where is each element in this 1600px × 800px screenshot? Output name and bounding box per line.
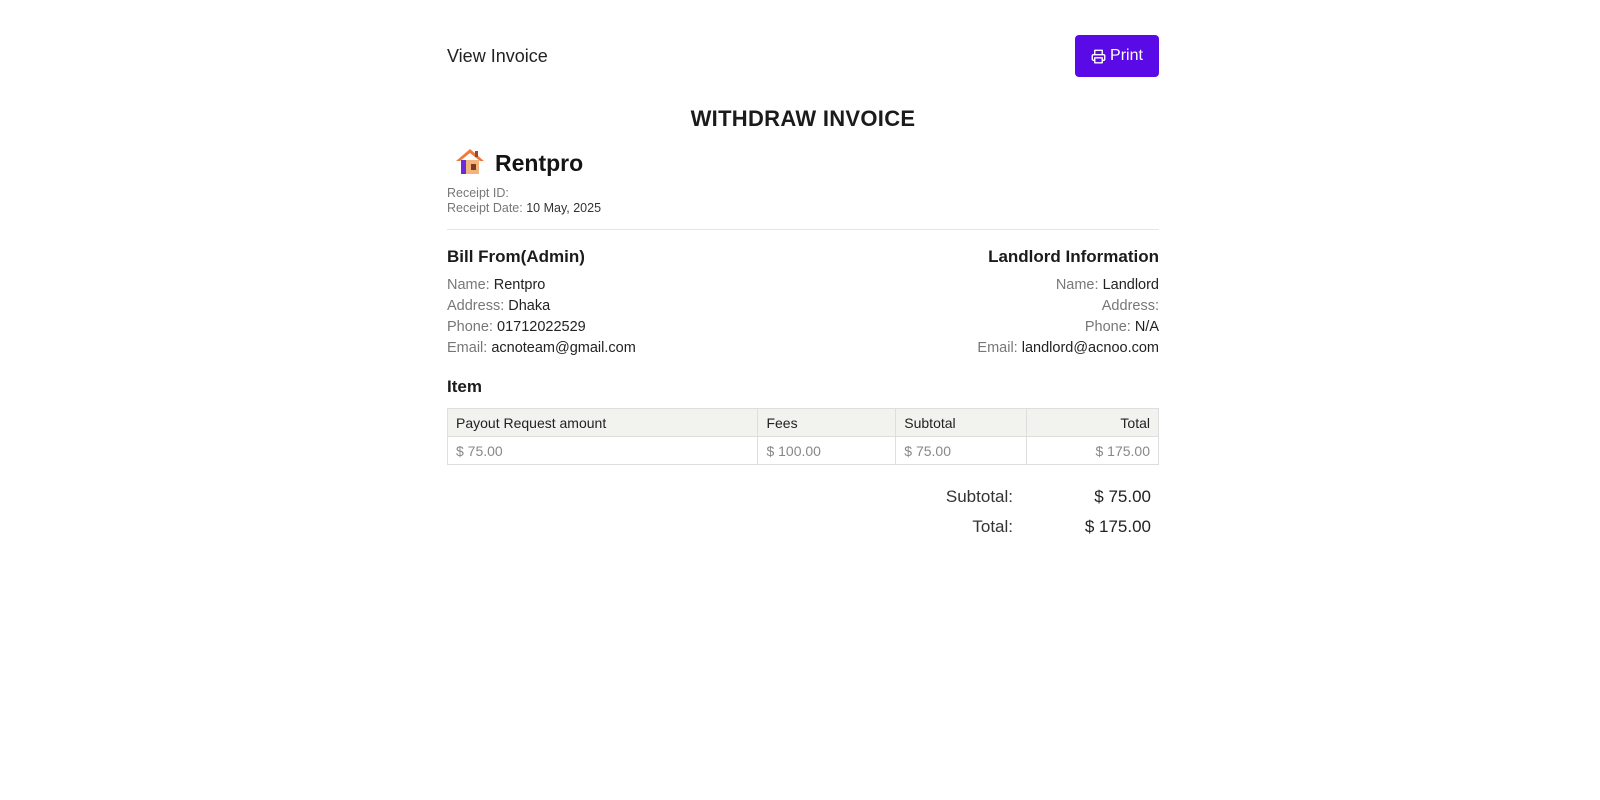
total-label: Total: (972, 517, 1013, 536)
landlord-phone-label: Phone: (1084, 319, 1131, 335)
bill-from-name: Rentpro (493, 277, 546, 293)
cell-total: $ 175.00 (1026, 436, 1159, 465)
table-row: $ 75.00 $ 100.00 $ 75.00 $ 175.00 (446, 436, 1159, 465)
landlord-heading: Landlord Information (988, 247, 1159, 266)
bill-from-phone-row: Phone: 01712022529 (447, 317, 636, 338)
subtotal-row: Subtotal: $ 75.00 (853, 482, 1151, 512)
receipt-date-label: Receipt Date: (447, 201, 523, 215)
topbar: View Invoice Print (447, 0, 1159, 92)
bill-from-address: Dhaka (508, 298, 551, 314)
landlord-name-label: Name: (1055, 277, 1099, 293)
landlord-name: Landlord (1102, 277, 1159, 293)
receipt-id-row: Receipt ID: (447, 186, 601, 201)
bill-from-email: acnoteam@gmail.com (491, 340, 636, 356)
col-header-fees: Fees (757, 408, 897, 437)
cell-fees: $ 100.00 (757, 436, 897, 465)
print-button[interactable]: Print (1075, 35, 1159, 77)
total-row: Total: $ 175.00 (853, 512, 1151, 542)
cell-subtotal: $ 75.00 (895, 436, 1028, 465)
col-header-payout: Payout Request amount (446, 408, 759, 437)
landlord-name-row: Name: Landlord (977, 275, 1159, 296)
receipt-meta: Receipt ID: Receipt Date: 10 May, 2025 (447, 186, 601, 216)
receipt-id-label: Receipt ID: (447, 186, 509, 200)
print-label: Print (1110, 47, 1143, 64)
bill-from-address-label: Address: (447, 298, 505, 314)
total-value: $ 175.00 (1084, 517, 1151, 536)
item-heading: Item (447, 377, 482, 396)
landlord-phone-row: Phone: N/A (977, 317, 1159, 338)
landlord-phone: N/A (1134, 319, 1159, 335)
totals-summary: Subtotal: $ 75.00 Total: $ 175.00 (853, 482, 1151, 542)
landlord-section: Landlord Information Name: Landlord Addr… (977, 246, 1159, 359)
brand: Rentpro (453, 146, 583, 181)
bill-from-phone-label: Phone: (447, 319, 493, 335)
bill-from-address-row: Address: Dhaka (447, 296, 636, 317)
invoice-title: WITHDRAW INVOICE (690, 106, 916, 131)
receipt-date: 10 May, 2025 (526, 201, 602, 215)
landlord-address-row: Address: (977, 296, 1159, 317)
col-header-subtotal: Subtotal (895, 408, 1028, 437)
landlord-address-label: Address: (1101, 298, 1159, 314)
cell-payout: $ 75.00 (446, 436, 759, 465)
house-logo-icon (453, 146, 487, 181)
bill-from-name-label: Name: (447, 277, 490, 293)
landlord-email: landlord@acnoo.com (1021, 340, 1159, 356)
invoice-page: View Invoice Print WITHDRAW INVOICE Rent… (446, 0, 1159, 536)
landlord-email-label: Email: (977, 340, 1018, 356)
divider (447, 229, 1159, 230)
page-title: View Invoice (447, 46, 548, 66)
bill-from-email-row: Email: acnoteam@gmail.com (447, 338, 636, 359)
table-header-row: Payout Request amount Fees Subtotal Tota… (446, 408, 1159, 437)
subtotal-label: Subtotal: (945, 487, 1013, 506)
brand-name: Rentpro (495, 150, 584, 176)
bill-from-email-label: Email: (447, 340, 488, 356)
items-table: Payout Request amount Fees Subtotal Tota… (446, 408, 1159, 465)
bill-from-name-row: Name: Rentpro (447, 275, 636, 296)
printer-icon (1091, 49, 1106, 64)
col-header-total: Total (1026, 408, 1159, 437)
bill-from-phone: 01712022529 (497, 319, 586, 335)
bill-from-section: Bill From(Admin) Name: Rentpro Address: … (447, 246, 636, 359)
receipt-date-row: Receipt Date: 10 May, 2025 (447, 201, 601, 216)
subtotal-value: $ 75.00 (1094, 487, 1151, 506)
landlord-email-row: Email: landlord@acnoo.com (977, 338, 1159, 359)
bill-from-heading: Bill From(Admin) (447, 247, 585, 266)
